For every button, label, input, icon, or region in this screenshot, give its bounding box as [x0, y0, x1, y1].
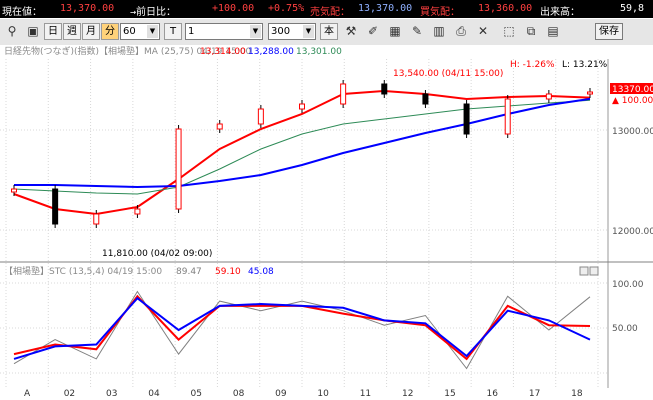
- candle-body: [134, 208, 141, 215]
- sheet-icon[interactable]: ▤: [544, 23, 562, 40]
- x-axis-label: 03: [106, 389, 117, 399]
- candle-body: [299, 103, 305, 110]
- ask-label: 買気配：: [420, 7, 460, 18]
- ask-value: 13,360.00: [478, 3, 533, 14]
- y-label-100: 100.00: [612, 280, 644, 290]
- toolbar: ⚲ ▣ 日 週 月 分 60 ▼ T 1 ▼ 300 ▼ 本 ⚒ ✐ ▦ ✎ ▥ ⎙ …: [0, 19, 653, 46]
- candle-style-icon[interactable]: ⚒: [342, 23, 360, 40]
- minimize-pane-icon[interactable]: [579, 266, 589, 276]
- candle-body: [52, 188, 59, 225]
- type-button[interactable]: T: [164, 23, 182, 40]
- chevron-down-icon: ▼: [250, 25, 261, 38]
- h-label: H: -1.26%: [510, 60, 555, 70]
- interval-select[interactable]: 60 ▼: [120, 23, 160, 40]
- quote-bar: 現在値： 13,370.00 →前日比： +100.00 +0.75% 売気配：…: [0, 0, 653, 18]
- x-axis-label: 09: [275, 389, 287, 399]
- x-axis-label: A: [24, 389, 31, 399]
- candle-body: [11, 188, 17, 193]
- volume-value: 59,8: [620, 3, 645, 14]
- close-pane-icon[interactable]: [589, 266, 599, 276]
- grid-icon[interactable]: ▦: [386, 23, 404, 40]
- candle-body: [93, 213, 100, 225]
- change-pct: +0.75%: [268, 3, 305, 14]
- y-label-50: 50.00: [612, 324, 638, 334]
- candle-body: [175, 128, 182, 210]
- candle-body: [545, 93, 552, 100]
- low-annotation: 11,810.00 (04/02 09:00): [102, 249, 212, 259]
- x-axis-label: 08: [233, 389, 245, 399]
- x-axis-label: 17: [529, 389, 540, 399]
- x-axis-label: 05: [191, 389, 202, 399]
- x-axis-label: 10: [317, 389, 329, 399]
- candle-body: [587, 91, 593, 95]
- change-tag: ▲ 100.00: [612, 96, 653, 106]
- stc-value-1: 89.47: [176, 267, 202, 277]
- copy-icon[interactable]: ⧉: [522, 23, 540, 40]
- indicator-icon[interactable]: ⬚: [500, 23, 518, 40]
- day-button[interactable]: 日: [44, 23, 62, 40]
- high-annotation: 13,540.00 (04/11 15:00): [393, 69, 503, 79]
- x-axis-label: 02: [64, 389, 75, 399]
- interval-value: 60: [123, 26, 136, 37]
- candle-body: [463, 103, 470, 135]
- bid-label: 売気配：: [310, 7, 350, 18]
- x-axis-label: 18: [571, 389, 583, 399]
- ma-value-3: 13,301.00: [296, 47, 342, 57]
- book-button[interactable]: 本: [320, 23, 338, 40]
- x-axis-label: 16: [487, 389, 499, 399]
- candle-body: [381, 83, 388, 95]
- current-value: 13,370.00: [60, 3, 115, 14]
- chevron-down-icon: ▼: [303, 25, 314, 38]
- ma-value-1: 13,314.00: [200, 47, 246, 57]
- x-axis-label: 04: [148, 389, 160, 399]
- y-label-12000: 12000.00: [612, 227, 653, 237]
- stc-value-2: 59.10: [215, 267, 241, 277]
- prev-label: →前日比：: [130, 7, 177, 18]
- count-value: 300: [271, 26, 291, 37]
- chevron-down-icon: ▼: [147, 25, 158, 38]
- price-tag: 13370.00: [612, 85, 653, 95]
- sub-chart-title: 【相場塾】STC (13,5,4) 04/19 15:00: [4, 265, 162, 277]
- x-axis-label: 12: [402, 389, 413, 399]
- close-x-icon[interactable]: ✕: [474, 23, 492, 40]
- volume-label: 出来高：: [540, 7, 580, 18]
- stc-value-3: 45.08: [248, 267, 274, 277]
- x-axis-label: 15: [444, 389, 455, 399]
- eraser-icon[interactable]: ✐: [364, 23, 382, 40]
- x-axis-label: 11: [360, 389, 371, 399]
- ma-value-2: 13,288.00: [248, 47, 294, 57]
- type-value: 1: [188, 26, 195, 37]
- type-select[interactable]: 1 ▼: [185, 23, 263, 40]
- y-label-13000: 13000.00: [612, 127, 653, 137]
- month-button[interactable]: 月: [82, 23, 100, 40]
- magnifier-icon[interactable]: ⚲: [3, 23, 21, 40]
- bid-value: 13,370.00: [358, 3, 413, 14]
- print-icon[interactable]: ⎙: [452, 23, 470, 40]
- save-button[interactable]: 保存: [595, 23, 623, 40]
- minute-button[interactable]: 分: [101, 23, 119, 40]
- zoom-icon[interactable]: ▣: [24, 23, 42, 40]
- change-value: +100.00: [212, 3, 255, 14]
- candle-body: [340, 83, 347, 105]
- l-label: L: 13.21%: [562, 60, 608, 70]
- layout-icon[interactable]: ▥: [430, 23, 448, 40]
- chart-area: 日経先物(つなぎ)(指数)【相場塾】MA (25,75) 04/19 15:00…: [0, 45, 653, 400]
- current-label: 現在値：: [2, 7, 42, 18]
- pen-icon[interactable]: ✎: [408, 23, 426, 40]
- count-select[interactable]: 300 ▼: [268, 23, 316, 40]
- candle-body: [216, 123, 223, 130]
- candle-body: [504, 98, 511, 135]
- candle-body: [422, 93, 429, 105]
- candle-body: [257, 108, 264, 125]
- week-button[interactable]: 週: [63, 23, 81, 40]
